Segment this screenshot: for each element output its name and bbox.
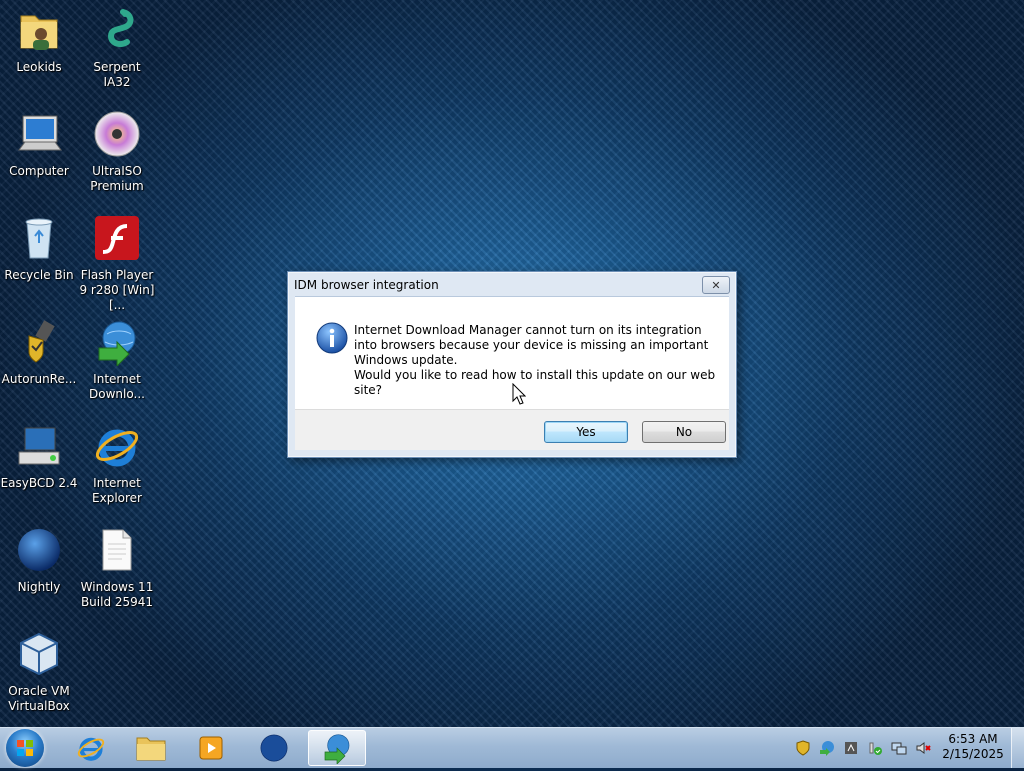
dialog-button-bar: Yes No [295,409,729,450]
globe-download-icon [93,318,141,368]
network-tray-icon[interactable] [891,740,907,756]
folder-user-icon [15,6,63,54]
taskbar-file-explorer[interactable] [122,730,180,766]
desktop-icon-label: UltraISO Premium [90,164,144,193]
dialog-message-line: Internet Download Manager cannot turn on… [354,323,709,367]
info-icon [315,321,349,355]
internet-explorer-icon [93,422,141,470]
desktop-icon-label: Flash Player 9 r280 [Win] [... [79,268,155,312]
start-button[interactable] [6,729,44,767]
speaker-muted-icon[interactable] [915,740,931,756]
text-file-icon [93,526,141,574]
desktop-icon-nightly[interactable]: Nightly [0,520,78,620]
computer-config-icon [15,422,63,470]
desktop-icon-label: Computer [9,164,69,178]
dialog-message-question: Would you like to read how to install th… [354,368,716,397]
desktop-icon-computer[interactable]: Computer [0,104,78,204]
desktop-icon-label: Internet Explorer [92,476,142,505]
dialog-message: Internet Download Manager cannot turn on… [354,323,724,398]
desktop-icon-easybcd[interactable]: EasyBCD 2.4 [0,416,78,516]
desktop-icon-label: Oracle VM VirtualBox [8,684,70,713]
recycle-bin-icon [15,214,63,262]
action-center-tray-icon[interactable] [867,740,883,756]
taskbar-media-player[interactable] [182,730,240,766]
app-tray-icon[interactable] [843,740,859,756]
show-desktop-button[interactable] [1011,728,1024,768]
folder-icon [136,737,166,761]
windows-logo-icon [17,740,33,756]
mouse-cursor-icon [512,382,527,405]
desktop-icon-autorun[interactable]: AutorunRe... [0,312,78,412]
desktop-icon-virtualbox[interactable]: Oracle VM VirtualBox [0,624,78,724]
desktop-icon-flash-player[interactable]: Flash Player 9 r280 [Win] [... [78,208,156,312]
taskbar-internet-explorer[interactable] [62,730,120,766]
computer-icon [15,110,63,158]
desktop-icon-label: AutorunRe... [1,372,77,386]
desktop-icon-label: Nightly [17,580,61,594]
clock-date: 2/15/2025 [942,747,1004,761]
globe-download-icon [324,734,350,764]
shield-tray-icon[interactable] [795,740,811,756]
virtualbox-icon [15,630,63,678]
desktop-icon-label: Leokids [16,60,62,74]
idm-tray-icon[interactable] [819,740,835,756]
desktop-icon-ultraiso[interactable]: UltraISO Premium [78,104,156,204]
taskbar-clock[interactable]: 6:53 AM 2/15/2025 [940,732,1006,762]
desktop-icon-label: Serpent IA32 [93,60,141,89]
nightly-globe-icon [15,526,63,574]
flash-player-icon [93,214,141,262]
desktop-icon-windows11-build[interactable]: Windows 11 Build 25941 [78,520,156,620]
desktop-icon-label: Internet Downlo... [89,372,145,401]
idm-integration-dialog: IDM browser integration ✕ Internet Downl… [287,271,737,458]
desktop-icon-label: EasyBCD 2.4 [0,476,78,490]
dialog-close-button[interactable]: ✕ [702,276,730,294]
desktop-icon-idm[interactable]: Internet Downlo... [78,312,156,412]
desktop-icon-recycle-bin[interactable]: Recycle Bin [0,208,78,308]
dialog-title: IDM browser integration [294,278,439,292]
desktop-icon-serpent[interactable]: Serpent IA32 [78,0,156,100]
yes-button[interactable]: Yes [544,421,628,443]
no-button[interactable]: No [642,421,726,443]
desktop-icon-leokids[interactable]: Leokids [0,0,78,100]
serpent-icon [93,6,141,54]
disc-icon [93,110,141,158]
desktop-icon-label: Recycle Bin [4,268,74,282]
desktop-icon-internet-explorer[interactable]: Internet Explorer [78,416,156,516]
taskbar-nightly[interactable] [245,730,303,766]
taskbar: 6:53 AM 2/15/2025 [0,727,1024,768]
internet-explorer-icon [77,737,105,761]
desktop-icon-label: Windows 11 Build 25941 [80,580,154,609]
nightly-globe-icon [260,734,288,762]
usb-shield-icon [15,318,63,366]
clock-time: 6:53 AM [948,732,998,746]
taskbar-internet-download-manager[interactable] [308,730,366,766]
media-player-icon [199,736,223,760]
